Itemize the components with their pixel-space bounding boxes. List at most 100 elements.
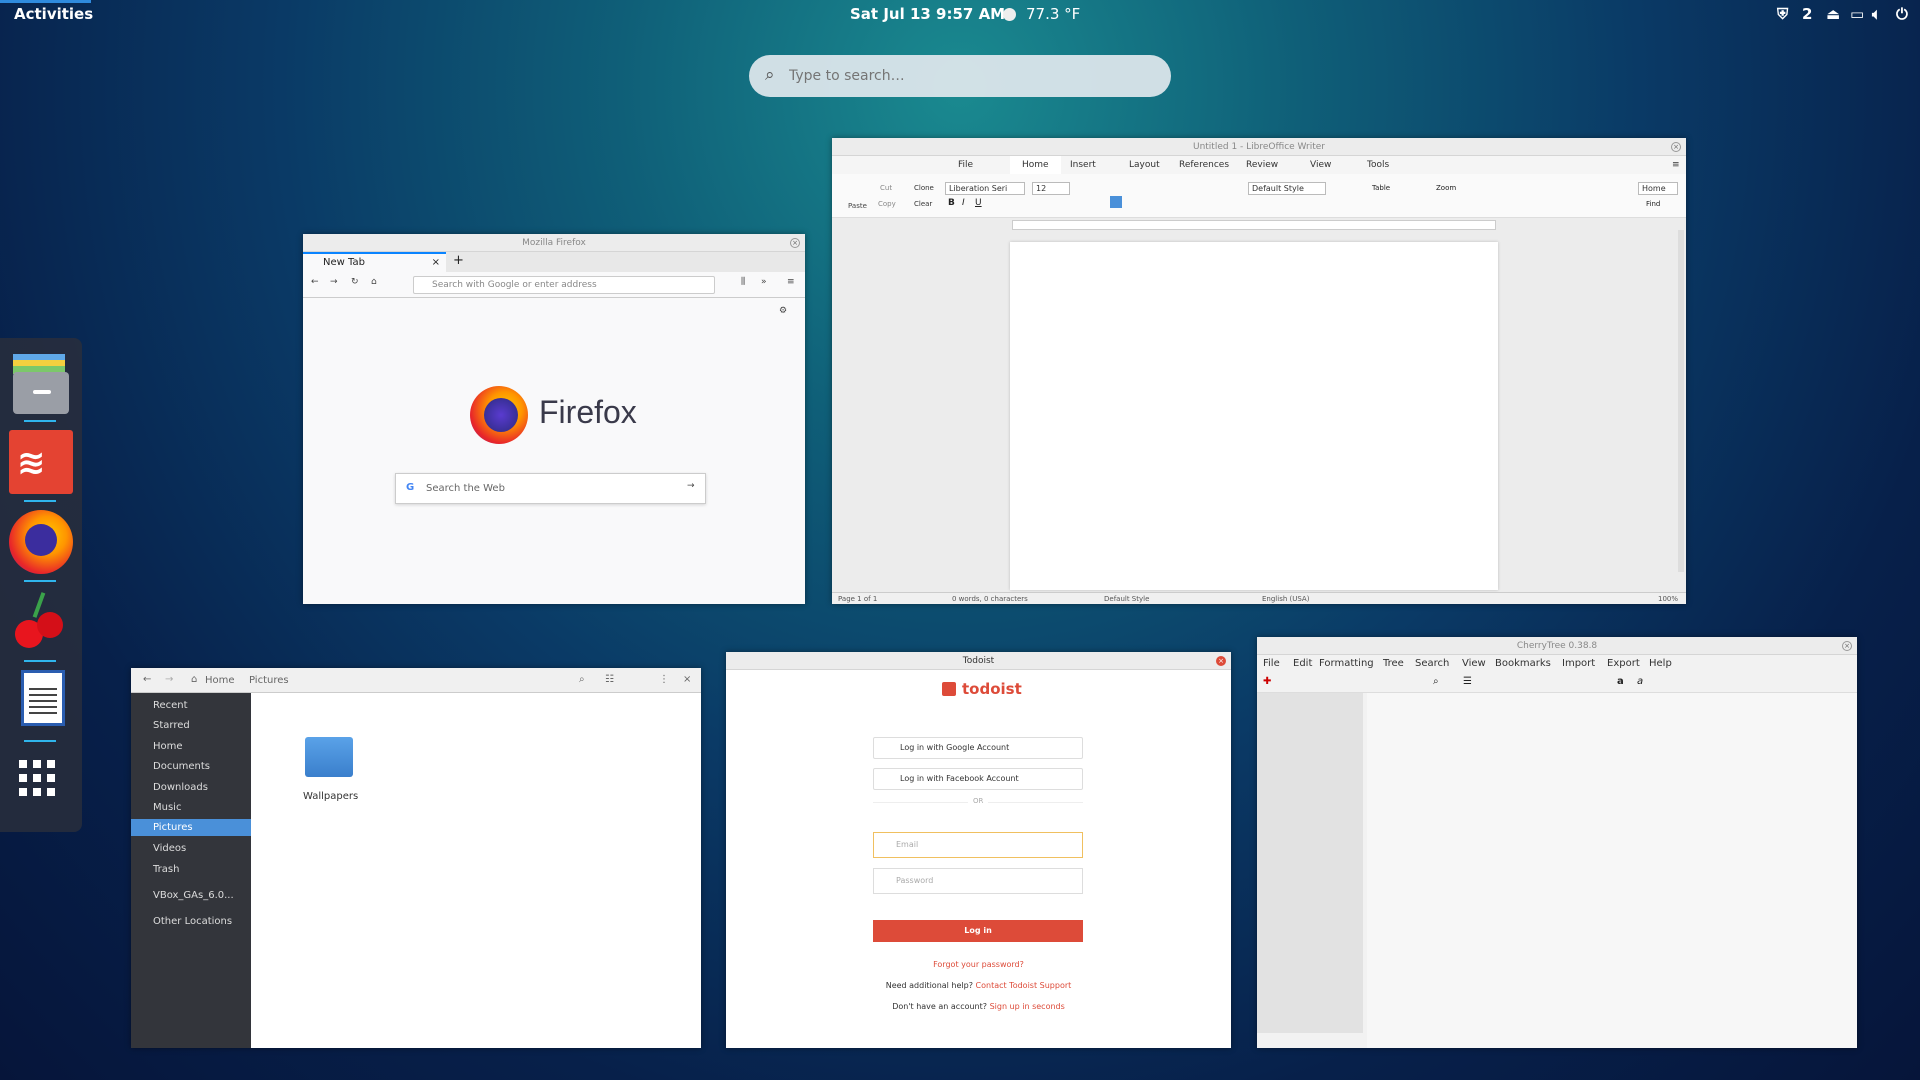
breadcrumb-home[interactable]: Home — [205, 675, 235, 686]
bold-icon[interactable]: B — [948, 198, 955, 208]
page-style[interactable]: Default Style — [1104, 595, 1149, 603]
menu-formatting[interactable]: Formatting — [1319, 658, 1374, 669]
view-options-icon[interactable]: ☷ — [605, 674, 614, 685]
power-icon[interactable]: ⏻ — [1896, 5, 1908, 23]
tab-references[interactable]: References — [1179, 160, 1229, 170]
eject-icon[interactable]: ⏏ — [1826, 5, 1840, 23]
firefox-window[interactable]: Mozilla Firefox × New Tab × + ← → ↻ ⌂ Se… — [303, 234, 805, 604]
scrollbar[interactable] — [1678, 230, 1684, 572]
breadcrumb-pictures[interactable]: Pictures — [249, 675, 289, 686]
screen-icon[interactable]: ▭ — [1850, 5, 1864, 23]
overview-search[interactable]: ⌕ — [749, 55, 1171, 97]
tab-insert[interactable]: Insert — [1070, 160, 1096, 170]
close-icon[interactable]: × — [1216, 656, 1226, 666]
menu-help[interactable]: Help — [1649, 658, 1672, 669]
sidebar-item-other-locations[interactable]: Other Locations — [131, 913, 251, 930]
files-view[interactable]: Wallpapers — [251, 693, 701, 1048]
tab-review[interactable]: Review — [1246, 160, 1278, 170]
notebookbar-mode[interactable]: Home — [1638, 182, 1678, 195]
cherrytree-window[interactable]: CherryTree 0.38.8 × File Edit Formatting… — [1257, 637, 1857, 1048]
home-icon[interactable]: ⌂ — [371, 277, 377, 287]
folder-label[interactable]: Wallpapers — [303, 791, 358, 802]
folder-icon[interactable] — [305, 737, 353, 777]
web-search-box[interactable]: Search the Web — [395, 473, 706, 504]
weather-temp[interactable]: 77.3 °F — [1026, 5, 1080, 23]
sidebar-item-downloads[interactable]: Downloads — [131, 779, 251, 796]
menu-edit[interactable]: Edit — [1293, 658, 1312, 669]
clock[interactable]: Sat Jul 13 9:57 AM — [850, 5, 1005, 23]
files-app-icon[interactable] — [9, 354, 73, 418]
close-icon[interactable]: × — [1671, 142, 1681, 152]
tab-layout[interactable]: Layout — [1129, 160, 1160, 170]
bold-icon[interactable]: a — [1617, 676, 1624, 687]
menu-search[interactable]: Search — [1415, 658, 1449, 669]
tab-file[interactable]: File — [958, 160, 973, 170]
clear-button[interactable]: Clear — [914, 200, 932, 208]
close-icon[interactable]: × — [1842, 641, 1852, 651]
close-icon[interactable]: × — [790, 238, 800, 248]
language[interactable]: English (USA) — [1262, 595, 1309, 603]
back-icon[interactable]: ← — [311, 277, 319, 287]
tab-new-tab[interactable]: New Tab × — [303, 252, 446, 272]
sidebar-item-pictures[interactable]: Pictures — [131, 819, 251, 836]
underline-icon[interactable]: U — [975, 198, 982, 208]
tab-home[interactable]: Home — [1010, 156, 1061, 174]
italic-icon[interactable]: a — [1637, 676, 1643, 687]
bullet-list-icon[interactable]: ☰ — [1463, 676, 1472, 687]
activities-button[interactable]: Activities — [14, 5, 93, 23]
sidebar-item-documents[interactable]: Documents — [131, 758, 251, 775]
font-size-box[interactable]: 12 — [1032, 182, 1070, 195]
arrow-right-icon[interactable]: → — [687, 481, 695, 491]
paragraph-style-box[interactable]: Default Style — [1248, 182, 1326, 195]
facebook-login-button[interactable]: Log in with Facebook Account — [873, 768, 1083, 790]
paste-button[interactable]: Paste — [848, 202, 867, 210]
url-bar[interactable]: Search with Google or enter address — [413, 276, 715, 294]
menu-icon[interactable]: ≡ — [787, 277, 795, 287]
menu-tree[interactable]: Tree — [1383, 658, 1404, 669]
menu-export[interactable]: Export — [1607, 658, 1640, 669]
libreoffice-writer-window[interactable]: Untitled 1 - LibreOffice Writer × File H… — [832, 138, 1686, 604]
sidebar-item-trash[interactable]: Trash — [131, 861, 251, 878]
shield-icon[interactable]: ⛨ — [1777, 5, 1788, 23]
volume-icon[interactable]: 🔈︎ — [1872, 5, 1881, 23]
close-icon[interactable]: × — [683, 674, 691, 685]
password-field[interactable]: Password — [873, 868, 1083, 894]
menu-icon[interactable]: ⋮ — [659, 674, 669, 685]
overflow-icon[interactable]: » — [761, 277, 767, 287]
italic-icon[interactable]: I — [962, 198, 965, 208]
find-button[interactable]: Find — [1646, 200, 1660, 208]
menu-file[interactable]: File — [1263, 658, 1280, 669]
sidebar-item-vbox[interactable]: VBox_GAs_6.0... — [131, 887, 251, 904]
search-icon[interactable]: ⌕ — [1433, 676, 1439, 687]
google-login-button[interactable]: Log in with Google Account — [873, 737, 1083, 759]
cherrytree-app-icon[interactable] — [9, 590, 73, 654]
firefox-app-icon[interactable] — [9, 510, 73, 574]
sidebar-item-home[interactable]: Home — [131, 738, 251, 755]
forward-icon[interactable]: → — [330, 277, 338, 287]
ruler[interactable] — [1012, 220, 1496, 230]
support-link[interactable]: Contact Todoist Support — [976, 981, 1072, 990]
close-icon[interactable]: × — [432, 254, 440, 272]
menu-import[interactable]: Import — [1562, 658, 1595, 669]
text-panel[interactable] — [1367, 693, 1857, 1048]
clone-button[interactable]: Clone — [914, 184, 934, 192]
signup-link[interactable]: Sign up in seconds — [990, 1002, 1065, 1011]
tab-tools[interactable]: Tools — [1367, 160, 1389, 170]
menu-icon[interactable]: ≡ — [1672, 160, 1680, 170]
forward-icon[interactable]: → — [165, 674, 173, 685]
font-name-box[interactable]: Liberation Seri — [945, 182, 1025, 195]
libreoffice-writer-app-icon[interactable] — [9, 670, 73, 734]
workspace-count[interactable]: 2 — [1802, 5, 1812, 23]
login-button[interactable]: Log in — [873, 920, 1083, 942]
search-icon[interactable]: ⌕ — [579, 674, 585, 685]
todoist-app-icon[interactable]: ≋ — [9, 430, 73, 494]
show-apps-icon[interactable] — [9, 752, 73, 816]
tree-panel[interactable] — [1257, 693, 1363, 1033]
document-page[interactable] — [1010, 242, 1498, 590]
table-button[interactable]: Table — [1372, 184, 1390, 192]
reload-icon[interactable]: ↻ — [351, 277, 359, 287]
sidebar-item-starred[interactable]: Starred — [131, 717, 251, 734]
back-icon[interactable]: ← — [143, 674, 151, 685]
zoom-level[interactable]: 100% — [1658, 595, 1678, 603]
tab-view[interactable]: View — [1310, 160, 1331, 170]
